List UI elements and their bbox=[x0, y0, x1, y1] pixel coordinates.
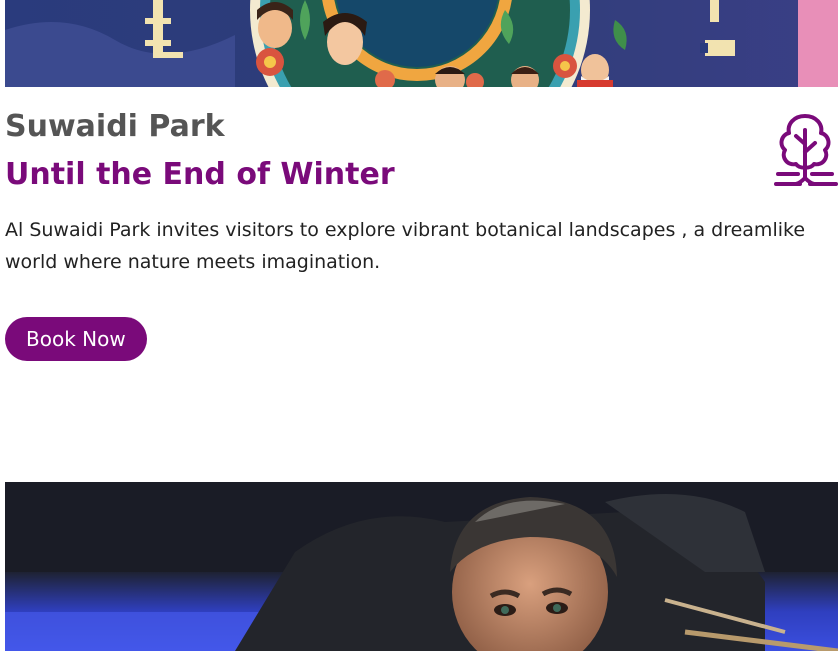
tree-icon bbox=[774, 114, 838, 186]
book-now-button[interactable]: Book Now bbox=[5, 317, 147, 361]
page: Suwaidi Park Until the End of Winter Al … bbox=[0, 0, 838, 651]
snooker-player-photo bbox=[5, 482, 838, 651]
next-event-image[interactable] bbox=[5, 482, 838, 651]
event-banner-image[interactable] bbox=[5, 0, 838, 87]
banner-illustration bbox=[5, 0, 838, 87]
event-venue-title: Suwaidi Park bbox=[5, 109, 225, 144]
event-description: Al Suwaidi Park invites visitors to expl… bbox=[5, 219, 806, 273]
event-date-range: Until the End of Winter bbox=[5, 157, 395, 192]
